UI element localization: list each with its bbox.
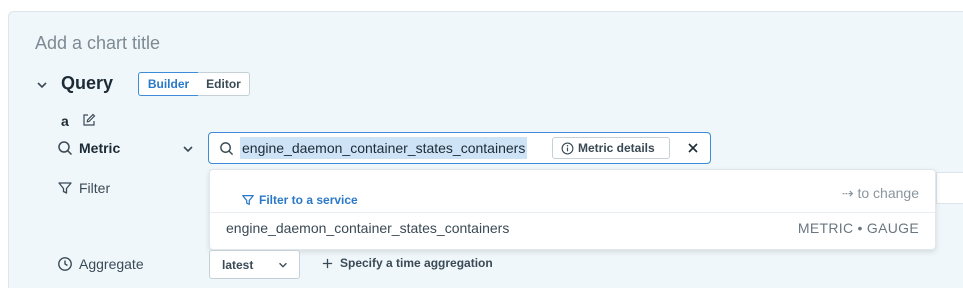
chevron-down-icon[interactable]	[181, 142, 195, 156]
plus-icon	[322, 258, 333, 268]
chevron-down-icon	[279, 262, 287, 268]
filter-input[interactable]	[936, 172, 963, 204]
metric-type-badge: METRIC • GAUGE	[797, 220, 919, 236]
aggregate-label: Aggregate	[57, 256, 144, 272]
metric-suggestions-dropdown: Filter to a service ⇢ to change engine_d…	[209, 169, 936, 250]
filter-to-service-label: Filter to a service	[259, 193, 358, 207]
metric-label: Metric	[57, 140, 120, 156]
collapse-chevron-icon[interactable]	[35, 78, 49, 92]
query-name: a	[61, 113, 69, 129]
aggregate-select-value: latest	[222, 257, 254, 272]
metric-details-label: Metric details	[578, 141, 655, 155]
specify-time-aggregation-label: Specify a time aggregation	[340, 256, 493, 270]
filter-icon	[242, 195, 254, 205]
editor-mode-button[interactable]: Editor	[198, 72, 250, 96]
search-icon	[220, 142, 234, 156]
metric-search-input[interactable]: engine_daemon_container_states_container…	[208, 132, 711, 164]
metric-search-value[interactable]: engine_daemon_container_states_container…	[240, 137, 528, 159]
close-icon[interactable]	[686, 141, 700, 155]
aggregate-label-text: Aggregate	[79, 256, 144, 272]
list-item[interactable]: engine_daemon_container_states_container…	[226, 220, 509, 236]
metric-label-text: Metric	[79, 140, 121, 156]
filter-icon	[58, 182, 72, 194]
aggregate-select[interactable]: latest	[209, 250, 300, 279]
keyboard-hint: ⇢ to change	[841, 185, 919, 201]
metric-details-button[interactable]: Metric details	[552, 137, 670, 159]
builder-mode-button[interactable]: Builder	[138, 72, 199, 96]
chart-title-input[interactable]: Add a chart title	[35, 33, 160, 54]
query-heading: Query	[61, 73, 114, 93]
filter-label-text: Filter	[79, 180, 111, 196]
search-icon	[58, 141, 73, 156]
clock-icon	[58, 257, 72, 271]
specify-time-aggregation-button[interactable]: Specify a time aggregation	[321, 256, 493, 270]
info-icon	[561, 142, 574, 154]
filter-label: Filter	[57, 180, 110, 196]
filter-to-service-link[interactable]: Filter to a service	[241, 193, 358, 207]
edit-icon[interactable]	[82, 113, 96, 127]
dropdown-divider	[210, 212, 935, 213]
